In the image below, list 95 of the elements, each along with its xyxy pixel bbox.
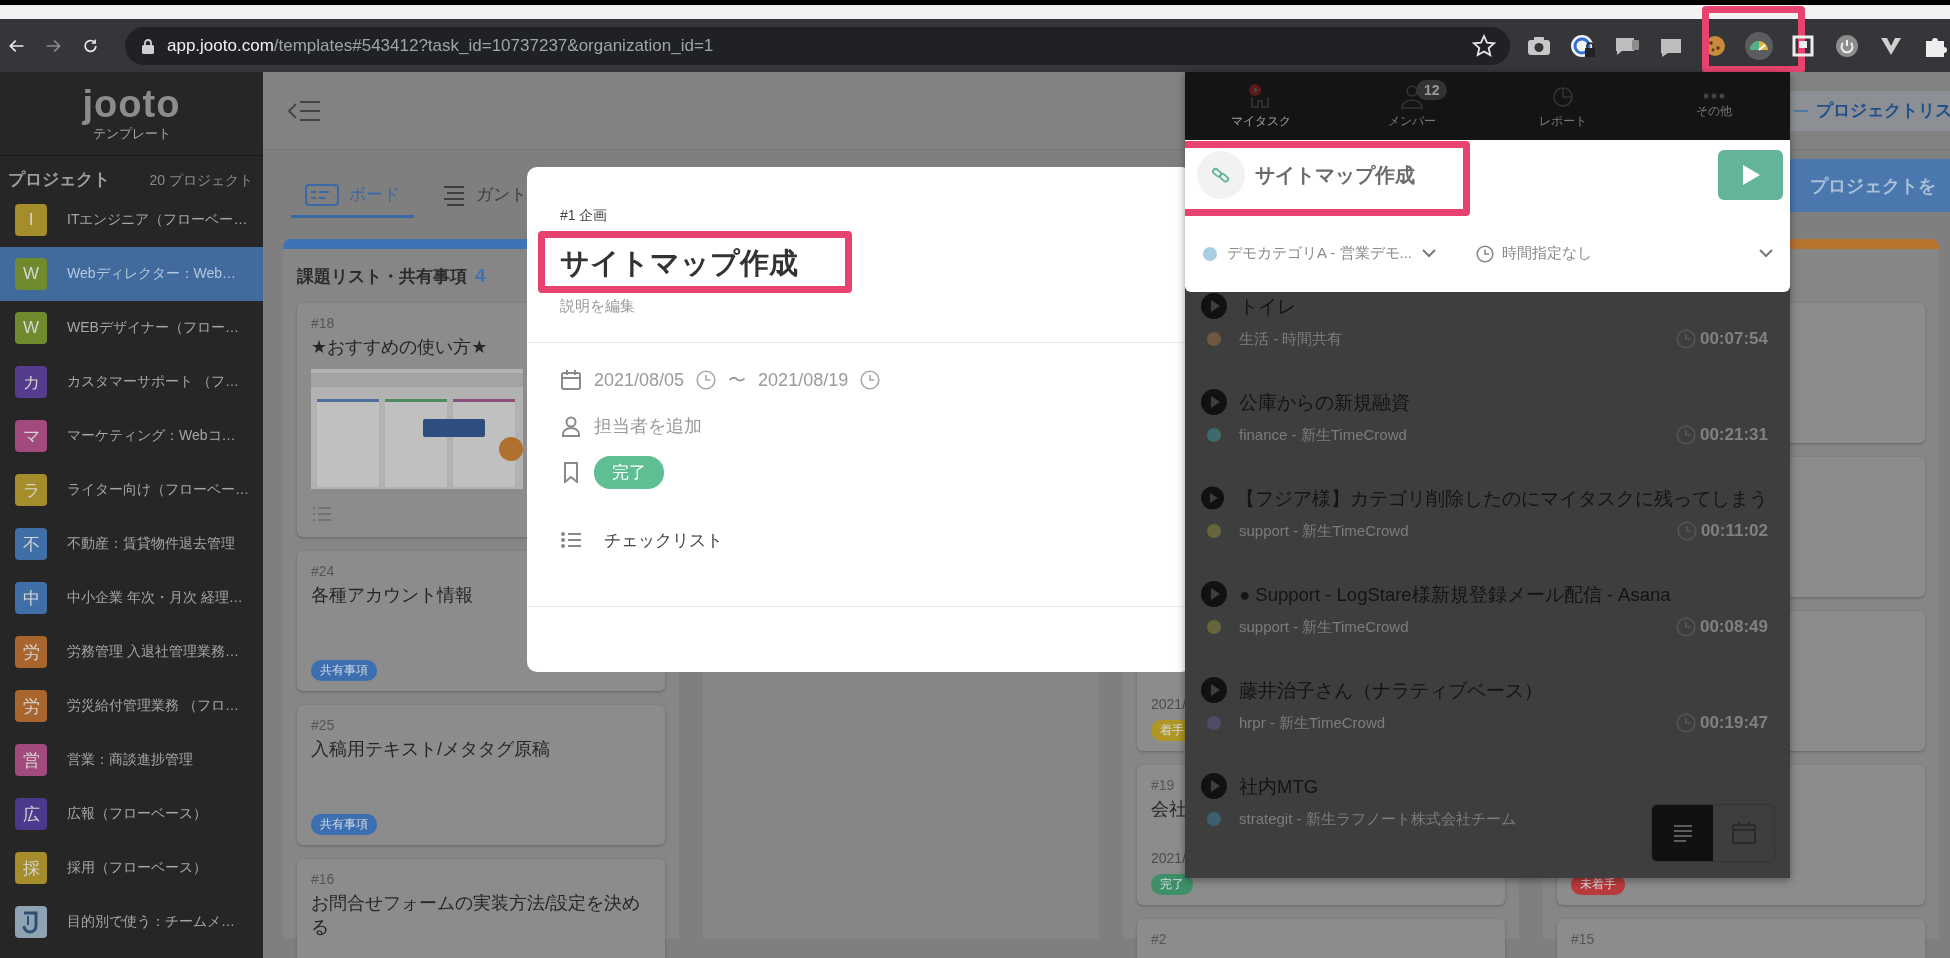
column-count: 4: [475, 265, 486, 287]
nav-tab[interactable]: マイタスク: [1185, 72, 1337, 140]
task-title: サイトマップ作成: [560, 246, 799, 281]
dash-icon: [1794, 108, 1808, 113]
list-view-button[interactable]: [1652, 805, 1713, 861]
project-badge: 不: [15, 528, 47, 560]
schedule-dropdown[interactable]: 時間指定なし: [1476, 244, 1773, 263]
project-badge: W: [15, 258, 47, 290]
clock-icon: [1675, 425, 1696, 445]
entry-category: support - 新生TimeCrowd: [1239, 521, 1410, 541]
gauge-icon[interactable]: [1744, 30, 1774, 61]
project-item[interactable]: 労 労務管理 入退社管理業務…: [0, 625, 263, 679]
clock-icon: [696, 370, 717, 390]
star-icon[interactable]: [1472, 33, 1496, 58]
address-field[interactable]: app.jooto.com/templates#543412?task_id=10737237&organization_id=1: [125, 26, 1510, 65]
project-item[interactable]: W Webディレクター：Web…: [0, 247, 263, 301]
clock-icon: [1675, 329, 1696, 349]
more-icon: [1703, 92, 1726, 99]
clock-icon: [1675, 617, 1696, 637]
card-date: 2021/: [1151, 696, 1187, 712]
project-item[interactable]: 労 労災給付管理業務 （フロ…: [0, 679, 263, 733]
person-icon: [1398, 82, 1425, 109]
chevron-down-icon: [1759, 249, 1773, 258]
entry-category: hrpr - 新生TimeCrowd: [1239, 713, 1387, 733]
project-badge: 中: [15, 582, 47, 614]
entry-time: 00:11:02: [1700, 521, 1768, 541]
column-title: 課題リスト・共有事項: [297, 265, 467, 288]
clock-icon: [1675, 713, 1696, 733]
project-badge: I: [15, 204, 47, 236]
checklist-icon: [311, 505, 333, 523]
tag-label: 共有事項: [311, 660, 377, 681]
list-icon: [1672, 824, 1693, 842]
clock-icon: [1676, 521, 1697, 541]
card-title: 各種アカウント情報: [311, 584, 473, 607]
project-item[interactable]: マ マーケティング：Webコ…: [0, 409, 263, 463]
calendar-icon: [560, 369, 582, 391]
project-badge: 営: [15, 744, 47, 776]
current-task-title: サイトマップ作成: [1255, 162, 1415, 188]
copy-project-button[interactable]: プロジェクトを: [1790, 159, 1950, 212]
project-badge: 労: [15, 690, 47, 722]
project-item[interactable]: W WEBデザイナー（フロー…: [0, 301, 263, 355]
project-item[interactable]: カ カスタマーサポート （フ…: [0, 355, 263, 409]
project-item[interactable]: 営 営業：商談進捗管理: [0, 733, 263, 787]
date-separator: 〜: [728, 369, 747, 392]
card-title: 会社: [1151, 798, 1187, 821]
section-heading: プロジェクト: [8, 169, 110, 191]
project-item[interactable]: 広 広報（フローベース）: [0, 787, 263, 841]
project-item[interactable]: 採 採用（フローベース）: [0, 841, 263, 895]
project-item[interactable]: I ITエンジニア（フローベー…: [0, 193, 263, 247]
nav-tab[interactable]: レポート: [1487, 72, 1639, 140]
play-icon: [1740, 164, 1761, 186]
end-date[interactable]: 2021/08/19: [758, 369, 849, 391]
project-item[interactable]: 中 中小企業 年次・月次 経理…: [0, 571, 263, 625]
entry-time: 00:21:31: [1699, 425, 1768, 445]
logo-caption: テンプレート: [92, 125, 171, 143]
project-item[interactable]: 不 不動産：賃貸物件退去管理: [0, 517, 263, 571]
list-icon: [442, 183, 466, 206]
chevron-down-icon: [1422, 249, 1436, 258]
entry-category: strategit - 新生ラフノート株式会社チーム: [1239, 809, 1517, 829]
view-tab[interactable]: ガント: [428, 174, 541, 218]
clock-icon: [860, 370, 881, 390]
project-badge: 採: [15, 852, 47, 884]
project-item[interactable]: ラ ライター向け（フローベー…: [0, 463, 263, 517]
checklist-icon: [560, 530, 582, 550]
url-text: app.jooto.com/templates#543412?task_id=10737237&organization_id=1: [167, 35, 715, 56]
logo-text: jooto: [82, 84, 181, 123]
board-icon: [305, 182, 339, 207]
project-badge: マ: [15, 420, 47, 452]
entry-time: 00:19:47: [1699, 713, 1768, 733]
project-item[interactable]: 目的別で使う：チームメ…: [0, 895, 263, 949]
lock-icon: [141, 37, 155, 54]
link-icon: [1197, 151, 1245, 199]
card-date: 2021/: [1151, 850, 1187, 866]
entry-time: 00:07:54: [1699, 329, 1768, 349]
project-badge: カ: [15, 366, 47, 398]
clock-icon: [1476, 244, 1494, 263]
category-dropdown[interactable]: デモカテゴリA - 営業デモ...: [1203, 244, 1436, 263]
entry-category: support - 新生TimeCrowd: [1239, 617, 1410, 637]
project-count: 20 プロジェクト: [149, 172, 253, 190]
project-badge: W: [15, 312, 47, 344]
project-badge: ラ: [15, 474, 47, 506]
card-title: ★おすすめの使い方★: [311, 336, 488, 359]
count-badge: 12: [1415, 80, 1448, 100]
project-badge: 広: [15, 798, 47, 830]
entry-time: 00:08:49: [1699, 617, 1768, 637]
entry-category: 生活 - 時間共有: [1239, 329, 1344, 349]
nav-tab[interactable]: 12 メンバー: [1336, 72, 1488, 140]
task-reference: #1 企画: [560, 207, 609, 225]
entry-category: finance - 新生TimeCrowd: [1239, 425, 1408, 445]
tag-label: 完了: [1151, 874, 1193, 895]
card-title: お問合せフォームの実装方法/設定を決める: [311, 892, 641, 939]
person-icon: [560, 415, 582, 437]
tag-label: 共有事項: [311, 814, 377, 835]
project-badge: 労: [15, 636, 47, 668]
card-title: 入稿用テキスト/メタタグ原稿: [311, 738, 550, 761]
